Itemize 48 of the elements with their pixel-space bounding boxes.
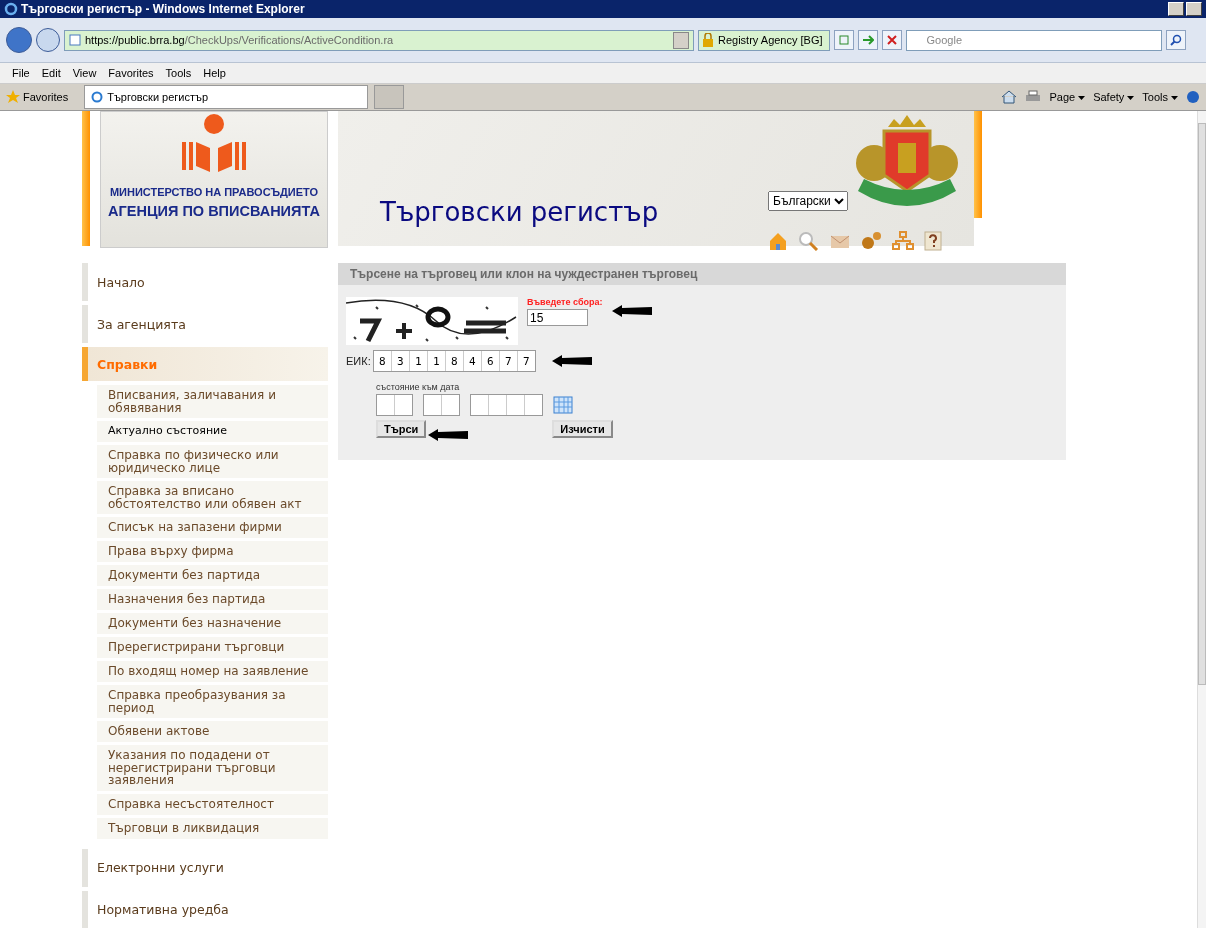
nav-subitem[interactable]: Права върху фирма bbox=[97, 541, 328, 562]
menu-item[interactable]: Edit bbox=[35, 67, 67, 79]
url-path: /CheckUps/Verifications/ActiveCondition.ra bbox=[184, 34, 394, 46]
search-button[interactable]: Търси bbox=[376, 420, 427, 438]
nav-subitem[interactable]: Актуално състояние bbox=[97, 421, 328, 442]
nav-subitem[interactable]: Документи без партида bbox=[97, 565, 328, 586]
language-select[interactable]: Български bbox=[768, 191, 848, 211]
menu-item[interactable]: Help bbox=[197, 67, 232, 79]
nav-subitem[interactable]: Назначения без партида bbox=[97, 589, 328, 610]
agency-name: АГЕНЦИЯ ПО ВПИСВАНИЯТА bbox=[108, 203, 320, 219]
command-menu[interactable]: Tools bbox=[1142, 91, 1178, 103]
captcha-field[interactable]: 15 bbox=[527, 309, 588, 326]
menu-item[interactable]: Favorites bbox=[102, 67, 160, 79]
captcha-label: Въведете сбора: bbox=[527, 297, 603, 307]
date-label: състояние към дата bbox=[376, 382, 460, 392]
favorites-button[interactable]: Favorites bbox=[6, 90, 69, 104]
ministry-name: МИНИСТЕРСТВО НА ПРАВОСЪДИЕТО bbox=[109, 186, 319, 198]
nav-item[interactable]: Нормативна уредба bbox=[82, 890, 328, 928]
nav-item[interactable]: Електронни услуги bbox=[82, 848, 328, 887]
command-menu[interactable]: Safety bbox=[1093, 91, 1135, 103]
browser-tab[interactable]: Търговски регистър bbox=[84, 85, 369, 109]
nav-subitem[interactable]: Пререгистрирани търговци bbox=[97, 637, 328, 658]
nav-subitem[interactable]: Справка несъстоятелност bbox=[97, 793, 328, 815]
nav-subitem[interactable]: Указания по подадени от нерегистрирани търговци заявления bbox=[97, 745, 328, 791]
nav-subitem[interactable]: По входящ номер на заявление bbox=[97, 661, 328, 682]
menu-item[interactable]: View bbox=[66, 67, 103, 79]
clear-button[interactable]: Изчисти bbox=[552, 420, 613, 438]
nav-subitem[interactable]: Документи без назначение bbox=[97, 613, 328, 634]
nav-subitem[interactable]: Търговци в ликвидация bbox=[97, 817, 328, 839]
site-title: Търговски регистър bbox=[380, 197, 659, 227]
command-menu[interactable]: Page bbox=[1049, 91, 1086, 103]
eik-label: ЕИК: bbox=[346, 355, 371, 367]
nav-subitem[interactable]: Справка преобразувания за период bbox=[97, 685, 328, 718]
address-field[interactable]: https://public.brra.bg/CheckUps/Verifications/ActiveCondition.ra bbox=[64, 29, 694, 51]
panel-title: Търсене на търговец или клон на чуждестранен търговец bbox=[338, 263, 1066, 285]
nav-subitem[interactable]: Вписвания, заличавания и обявявания bbox=[97, 385, 328, 418]
window-title: Търговски регистър - Windows Internet Explorer bbox=[21, 2, 305, 16]
menu-item[interactable]: File bbox=[6, 67, 36, 79]
nav-subitem[interactable]: Списък на запазени фирми bbox=[97, 517, 328, 538]
eik-field[interactable]: 8 3 1 1 8 4 6 7 7 bbox=[372, 350, 536, 372]
nav-subitem[interactable]: Справка за вписано обстоятелство или обявен акт bbox=[97, 481, 328, 514]
search-field[interactable]: Google bbox=[905, 29, 1162, 51]
nav-subitem[interactable]: Обявени актове bbox=[97, 721, 328, 742]
url-host: https://public.brra.bg bbox=[85, 34, 185, 46]
nav-subitem[interactable]: Справка по физическо или юридическо лице bbox=[97, 445, 328, 478]
security-badge[interactable]: Registry Agency [BG] bbox=[698, 29, 830, 51]
nav-item[interactable]: Начало bbox=[82, 263, 328, 301]
menu-item[interactable]: Tools bbox=[159, 67, 198, 79]
